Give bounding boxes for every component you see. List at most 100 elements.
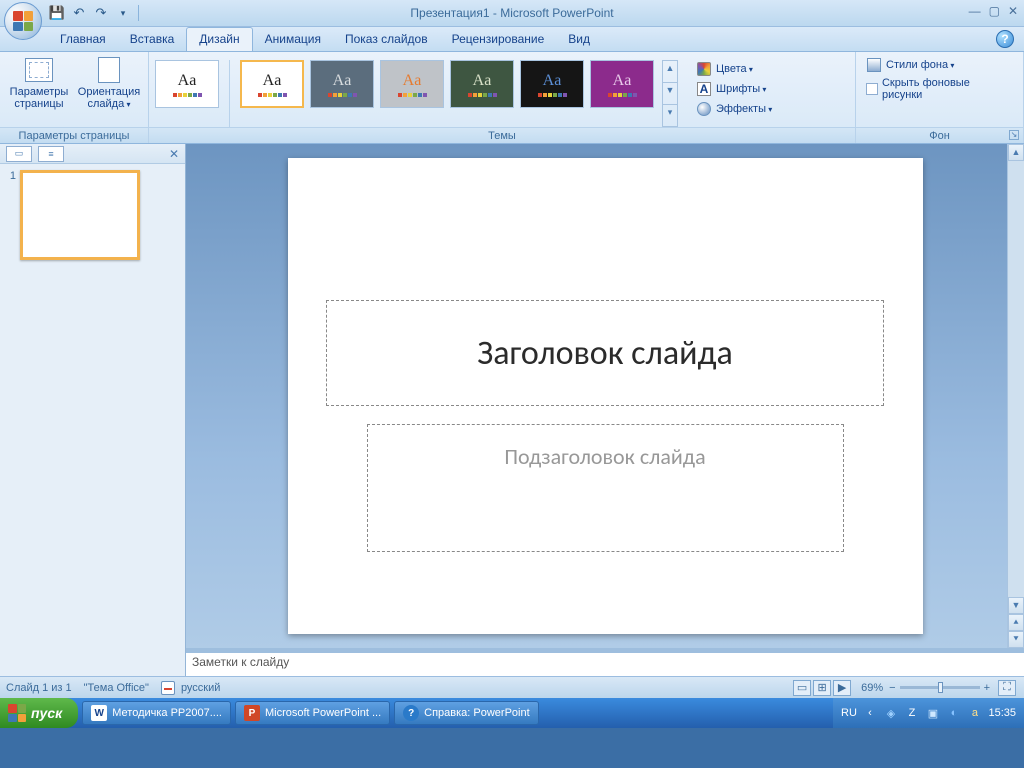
system-tray: RU ‹ ◈ Z ▣ ◐ a 15:35 [833, 698, 1024, 728]
theme-fonts-button[interactable]: A Шрифты [692, 80, 776, 98]
fonts-icon: A [697, 82, 711, 96]
tab-Вид[interactable]: Вид [556, 28, 602, 51]
normal-view-button[interactable]: ▭ [793, 680, 811, 696]
colors-icon [697, 62, 711, 76]
close-panel-icon[interactable]: ✕ [169, 147, 179, 161]
windows-logo-icon [8, 704, 26, 722]
save-icon[interactable]: 💾 [48, 4, 66, 22]
taskbar-item-help[interactable]: ? Справка: PowerPoint [394, 701, 539, 725]
sorter-view-button[interactable]: ⊞ [813, 680, 831, 696]
slides-tab[interactable]: ▭ [6, 146, 32, 162]
theme-tile[interactable]: Aa [155, 60, 219, 108]
page-setup-button[interactable]: Параметры страницы [6, 56, 72, 110]
background-styles-button[interactable]: Стили фона [862, 56, 1017, 74]
subtitle-placeholder[interactable]: Подзаголовок слайда [367, 424, 844, 552]
theme-tile[interactable]: Aa [380, 60, 444, 108]
list-item[interactable]: 1 [4, 170, 181, 260]
qat-dropdown[interactable]: ▾ [114, 4, 132, 22]
tab-Анимация[interactable]: Анимация [253, 28, 333, 51]
qat-separator [138, 5, 139, 21]
tab-Дизайн[interactable]: Дизайн [186, 27, 252, 51]
thumbnail-list: 1 [0, 164, 185, 676]
slide-canvas[interactable]: Заголовок слайда Подзаголовок слайда [288, 158, 923, 634]
outline-tab[interactable]: ≡ [38, 146, 64, 162]
theme-tile[interactable]: Aa [590, 60, 654, 108]
theme-tile[interactable]: Aa [450, 60, 514, 108]
scroll-down-icon[interactable]: ▼ [1008, 597, 1024, 614]
spellcheck-icon[interactable] [161, 681, 175, 695]
tray-icon-5[interactable]: a [967, 706, 982, 721]
tab-Показ слайдов[interactable]: Показ слайдов [333, 28, 440, 51]
scroll-track[interactable] [1008, 161, 1024, 597]
help-taskbar-icon: ? [403, 705, 419, 721]
orientation-button[interactable]: Ориентация слайда [76, 56, 142, 111]
theme-color-dots [468, 93, 497, 97]
close-button[interactable]: ✕ [1008, 4, 1018, 18]
gallery-scroll[interactable]: ▲ ▼ ▾ [662, 60, 678, 127]
tab-Рецензирование[interactable]: Рецензирование [440, 28, 557, 51]
zoom-out-icon[interactable]: − [889, 682, 895, 694]
theme-separator [229, 60, 230, 127]
zoom-value[interactable]: 69% [861, 682, 883, 694]
tray-lang[interactable]: RU [841, 706, 856, 721]
theme-preview-text: Aa [473, 72, 492, 90]
word-icon: W [91, 705, 107, 721]
slide-canvas-wrap: Заголовок слайда Подзаголовок слайда ▲ ▼… [186, 144, 1024, 648]
slide-thumbnail[interactable] [20, 170, 140, 260]
gallery-up-icon[interactable]: ▲ [663, 61, 677, 83]
tray-icon-4[interactable]: ◐ [946, 706, 961, 721]
tray-clock[interactable]: 15:35 [988, 707, 1016, 719]
gallery-more-icon[interactable]: ▾ [663, 105, 677, 126]
hide-bg-graphics-checkbox[interactable]: Скрыть фоновые рисунки [862, 76, 1017, 102]
theme-colors-button[interactable]: Цвета [692, 60, 776, 78]
next-slide-icon[interactable]: ⯆ [1008, 631, 1024, 648]
theme-color-dots [328, 93, 357, 97]
zoom-knob[interactable] [938, 682, 943, 693]
slideshow-view-button[interactable]: ▶ [833, 680, 851, 696]
redo-icon[interactable]: ↷ [92, 4, 110, 22]
quick-access-toolbar: 💾 ↶ ↷ ▾ [48, 0, 141, 26]
notes-pane[interactable]: Заметки к слайду [186, 652, 1024, 676]
zoom-in-icon[interactable]: + [984, 682, 990, 694]
theme-gallery: AaAaAaAaAaAaAa [155, 60, 654, 127]
title-bar: 💾 ↶ ↷ ▾ Презентация1 - Microsoft PowerPo… [0, 0, 1024, 27]
start-button[interactable]: пуск [0, 698, 78, 728]
theme-tile[interactable]: Aa [240, 60, 304, 108]
taskbar-item-word[interactable]: W Методичка PP2007.... [82, 701, 231, 725]
help-icon[interactable]: ? [996, 30, 1014, 48]
theme-color-dots [173, 93, 202, 97]
theme-tile[interactable]: Aa [310, 60, 374, 108]
zoom-track[interactable] [900, 686, 980, 689]
maximize-button[interactable]: ▢ [989, 4, 1000, 18]
tab-Главная[interactable]: Главная [48, 28, 118, 51]
taskbar-item-powerpoint[interactable]: P Microsoft PowerPoint ... [235, 701, 390, 725]
group-label-themes: Темы [149, 127, 855, 143]
tab-Вставка[interactable]: Вставка [118, 28, 187, 51]
tray-icon-1[interactable]: ◈ [883, 706, 898, 721]
status-bar: Слайд 1 из 1 "Тема Office" русский ▭ ⊞ ▶… [0, 676, 1024, 698]
undo-icon[interactable]: ↶ [70, 4, 88, 22]
theme-color-dots [258, 93, 287, 97]
tray-arrow-icon[interactable]: ‹ [862, 706, 877, 721]
tray-icon-2[interactable]: Z [904, 706, 919, 721]
theme-effects-button[interactable]: Эффекты [692, 100, 776, 118]
tray-icon-3[interactable]: ▣ [925, 706, 940, 721]
slides-panel: ▭ ≡ ✕ 1 [0, 144, 186, 676]
theme-preview-text: Aa [613, 72, 632, 90]
fit-window-button[interactable]: ⛶ [998, 680, 1016, 696]
scroll-up-icon[interactable]: ▲ [1008, 144, 1024, 161]
background-launcher[interactable]: ↘ [1009, 130, 1019, 140]
theme-preview-text: Aa [178, 72, 197, 90]
gallery-down-icon[interactable]: ▼ [663, 83, 677, 105]
prev-slide-icon[interactable]: ⯅ [1008, 614, 1024, 631]
theme-tile[interactable]: Aa [520, 60, 584, 108]
vertical-scrollbar[interactable]: ▲ ▼ ⯅ ⯆ [1007, 144, 1024, 648]
window-title: Презентация1 - Microsoft PowerPoint [410, 6, 613, 20]
office-button[interactable] [4, 2, 42, 40]
zoom-slider[interactable]: − + [889, 682, 990, 694]
title-placeholder[interactable]: Заголовок слайда [326, 300, 884, 406]
status-language[interactable]: русский [181, 682, 220, 694]
minimize-button[interactable]: — [969, 4, 981, 18]
slide-number: 1 [4, 170, 16, 260]
checkbox-icon [866, 83, 878, 95]
